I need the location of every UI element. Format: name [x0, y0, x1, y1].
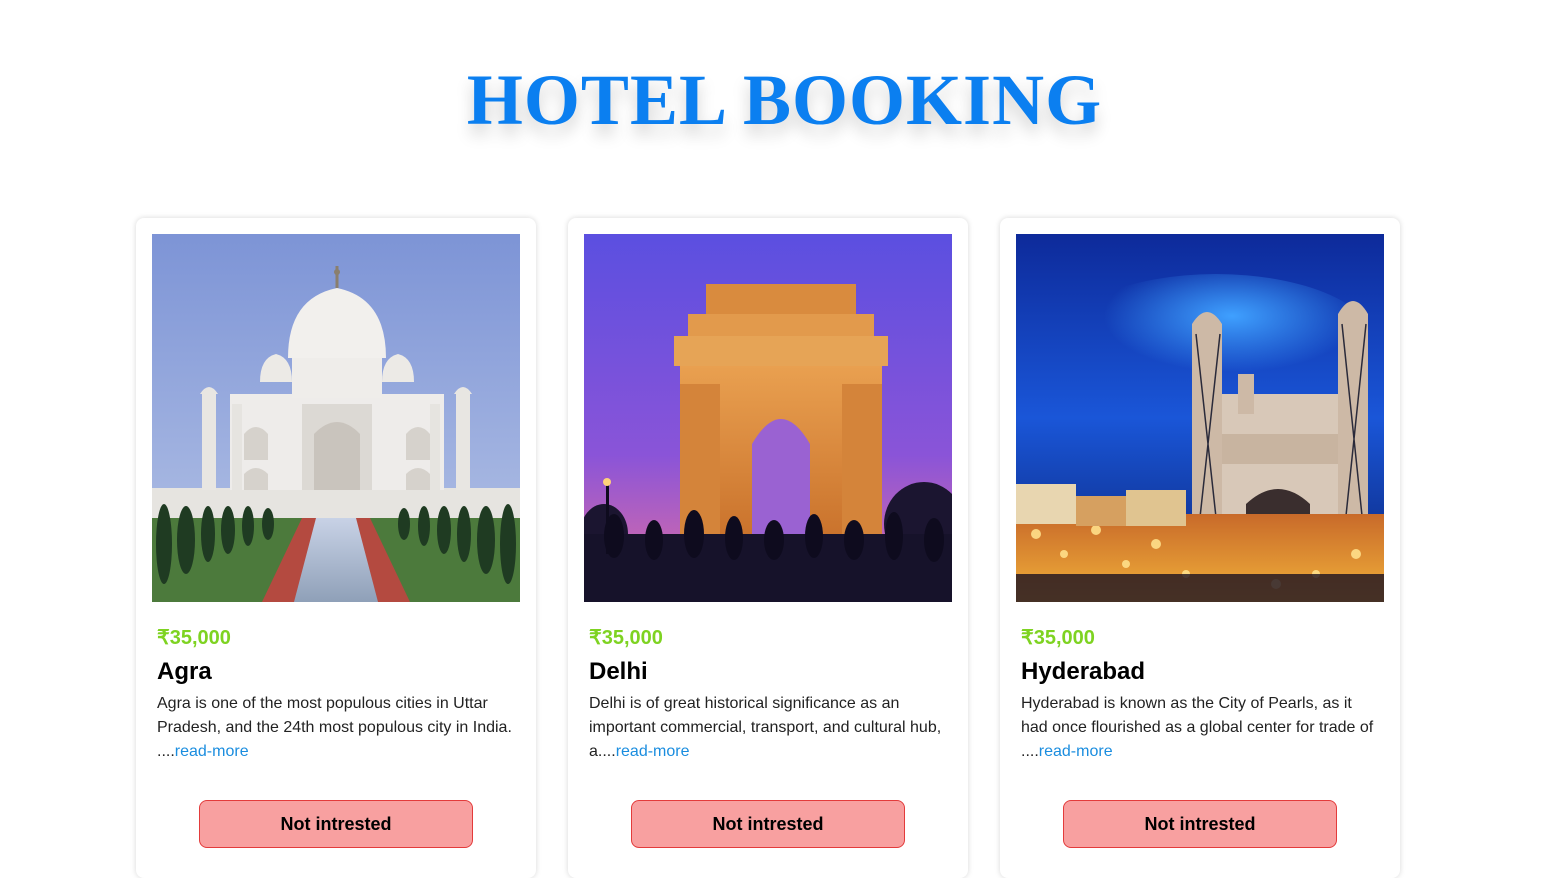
page-title: HOTEL BOOKING — [466, 60, 1103, 140]
hotel-card-agra: ₹35,000 Agra Agra is one of the most pop… — [136, 218, 536, 878]
card-price: ₹35,000 — [157, 627, 231, 649]
card-price: ₹35,000 — [1021, 627, 1095, 649]
read-more-link[interactable]: read-more — [1039, 743, 1113, 760]
card-description: Delhi is of great historical significanc… — [589, 692, 949, 764]
read-more-link[interactable]: read-more — [616, 743, 690, 760]
hotel-card-hyderabad: ₹35,000 Hyderabad Hyderabad is known as … — [1000, 218, 1400, 878]
card-description: Hyderabad is known as the City of Pearls… — [1021, 692, 1381, 764]
hotel-card-list: ₹35,000 Agra Agra is one of the most pop… — [136, 218, 1400, 878]
taj-mahal-image — [152, 234, 520, 602]
card-city-name: Delhi — [589, 658, 648, 685]
card-description: Agra is one of the most populous cities … — [157, 692, 517, 764]
card-city-name: Agra — [157, 658, 212, 685]
read-more-link[interactable]: read-more — [175, 743, 249, 760]
not-interested-button[interactable]: Not intrested — [1063, 800, 1337, 848]
card-city-name: Hyderabad — [1021, 658, 1146, 685]
india-gate-image — [584, 234, 952, 602]
card-price: ₹35,000 — [589, 627, 663, 649]
not-interested-button[interactable]: Not intrested — [199, 800, 473, 848]
hotel-card-delhi: ₹35,000 Delhi Delhi is of great historic… — [568, 218, 968, 878]
not-interested-button[interactable]: Not intrested — [631, 800, 905, 848]
charminar-image — [1016, 234, 1384, 602]
